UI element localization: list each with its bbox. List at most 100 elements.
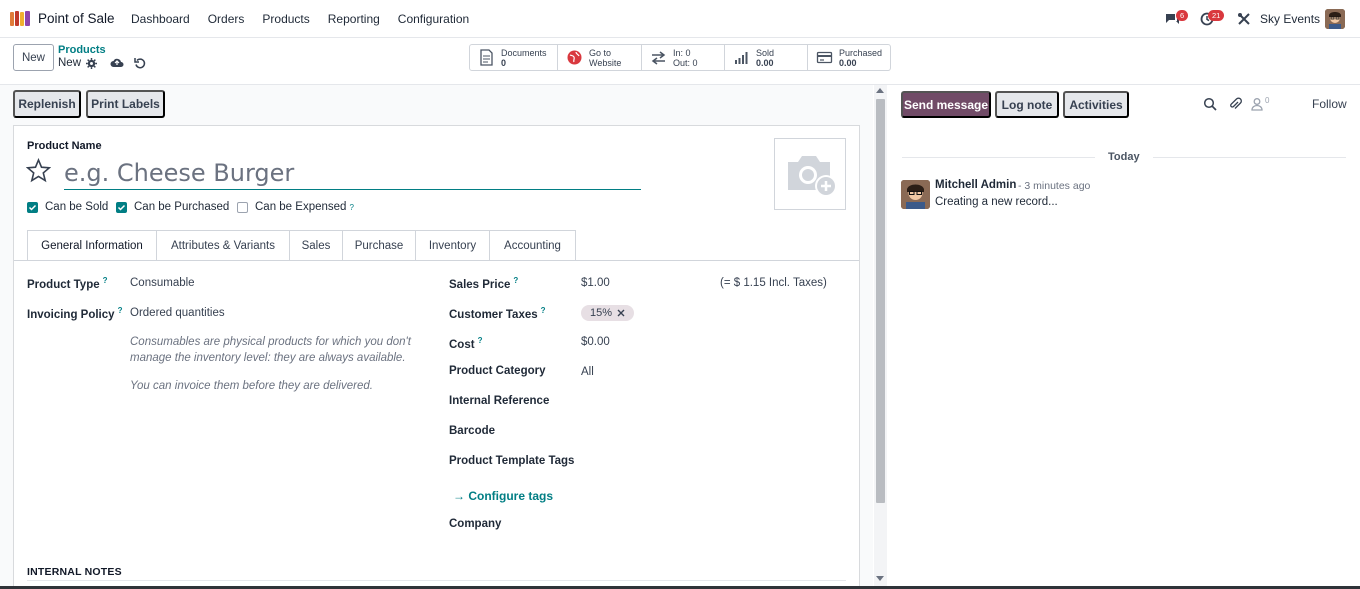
tab-accounting[interactable]: Accounting (490, 230, 576, 261)
transfer-arrows-icon (651, 51, 666, 65)
product-image-upload[interactable] (774, 138, 846, 210)
scroll-down-arrow-icon[interactable] (876, 576, 884, 581)
date-divider-left (902, 157, 1095, 158)
configure-tags-link[interactable]: → Configure tags (453, 489, 553, 503)
help-tooltip-icon[interactable]: ? (103, 276, 108, 285)
user-avatar[interactable] (1325, 9, 1345, 29)
product-type-label: Product Type? (27, 276, 108, 291)
log-note-button[interactable]: Log note (995, 91, 1059, 118)
sales-price-label: Sales Price? (449, 276, 518, 291)
documents-smart-button[interactable]: Documents 0 (470, 45, 558, 70)
save-cloud-icon[interactable] (110, 57, 124, 68)
search-icon[interactable] (1203, 97, 1217, 111)
menu-item-orders[interactable]: Orders (208, 12, 245, 26)
sold-value: 0.00 (756, 57, 774, 68)
author-avatar[interactable] (901, 180, 930, 209)
menu-item-products[interactable]: Products (262, 12, 309, 26)
internal-notes-heading: INTERNAL NOTES (27, 566, 122, 578)
can-be-purchased-label: Can be Purchased (134, 201, 230, 213)
invoicing-policy-label-text: Invoicing Policy (27, 308, 115, 321)
cost-field[interactable]: $0.00 (581, 336, 610, 348)
followers-icon[interactable] (1250, 97, 1264, 111)
new-record-button[interactable]: New (13, 44, 54, 71)
can-be-purchased-checkbox[interactable]: Can be Purchased (116, 201, 229, 213)
product-name-label: Product Name (27, 140, 102, 152)
tab-sales[interactable]: Sales (290, 230, 343, 261)
help-tooltip-icon[interactable]: ? (349, 203, 353, 212)
help-tooltip-icon[interactable]: ? (118, 306, 123, 315)
sold-label: Sold (756, 47, 775, 58)
author-avatar-image (901, 180, 930, 209)
bar-chart-icon (735, 52, 748, 64)
camera-plus-icon (788, 156, 837, 197)
company-label: Company (449, 518, 502, 530)
replenish-button[interactable]: Replenish (13, 90, 81, 118)
product-type-field[interactable]: Consumable (130, 277, 195, 289)
sales-price-field[interactable]: $1.00 (581, 277, 610, 289)
can-be-sold-checkbox[interactable]: Can be Sold (27, 201, 108, 213)
print-labels-button[interactable]: Print Labels (86, 90, 165, 118)
can-be-sold-label: Can be Sold (45, 201, 109, 213)
remove-tag-icon[interactable] (617, 309, 625, 317)
send-message-button[interactable]: Send message (901, 91, 991, 118)
message-timestamp: - 3 minutes ago (1018, 180, 1091, 192)
tab-purchase[interactable]: Purchase (343, 230, 416, 261)
favorite-star-icon[interactable] (26, 158, 51, 183)
product-type-label-text: Product Type (27, 278, 100, 291)
can-be-expensed-checkbox[interactable]: Can be Expensed ? (237, 201, 354, 213)
message-author[interactable]: Mitchell Admin (935, 179, 1016, 191)
in-out-smart-button[interactable]: In: 0 Out: 0 (642, 45, 725, 70)
product-category-label: Product Category (449, 365, 546, 377)
cost-label-text: Cost (449, 338, 475, 351)
configure-tags-label: Configure tags (468, 489, 554, 503)
product-category-field[interactable]: All (581, 366, 594, 378)
app-name[interactable]: Point of Sale (38, 11, 115, 26)
date-divider-right (1153, 157, 1346, 158)
invoicing-policy-label: Invoicing Policy? (27, 306, 122, 321)
tab-inventory[interactable]: Inventory (416, 230, 490, 261)
purchased-smart-button[interactable]: Purchased 0.00 (808, 45, 890, 70)
breadcrumb-products-link[interactable]: Products (58, 44, 106, 56)
help-tooltip-icon[interactable]: ? (541, 306, 546, 315)
follow-button[interactable]: Follow (1312, 97, 1347, 111)
in-count: In: 0 (673, 47, 691, 58)
can-be-expensed-label: Can be Expensed (255, 201, 347, 213)
purchased-label: Purchased (839, 47, 883, 58)
activities-button[interactable]: Activities (1063, 91, 1129, 118)
help-tooltip-icon[interactable]: ? (478, 336, 483, 345)
sold-smart-button[interactable]: Sold 0.00 (725, 45, 808, 70)
product-name-input[interactable] (64, 156, 641, 190)
message-body: Creating a new record... (935, 196, 1058, 208)
top-navbar: Point of Sale Dashboard Orders Products … (0, 0, 1360, 38)
scroll-up-arrow-icon[interactable] (876, 88, 884, 93)
invoicing-help-text: You can invoice them before they are del… (130, 380, 373, 392)
document-icon (480, 49, 493, 66)
gear-icon[interactable] (86, 58, 97, 69)
tab-general-information[interactable]: General Information (27, 230, 157, 261)
documents-label: Documents (501, 47, 547, 58)
arrow-right-icon: → (453, 489, 469, 503)
help-tooltip-icon[interactable]: ? (513, 276, 518, 285)
customer-taxes-label-text: Customer Taxes (449, 308, 538, 321)
checkbox-checked-icon (116, 201, 127, 213)
menu-item-reporting[interactable]: Reporting (328, 12, 380, 26)
debug-tools-icon[interactable] (1237, 12, 1251, 26)
globe-icon (567, 50, 582, 65)
chat-count-badge: 6 (1176, 10, 1189, 21)
menu-item-configuration[interactable]: Configuration (398, 12, 469, 26)
paperclip-icon[interactable] (1228, 97, 1242, 111)
customer-tax-tag[interactable]: 15% (581, 305, 635, 321)
menu-item-dashboard[interactable]: Dashboard (131, 12, 190, 26)
invoicing-policy-field[interactable]: Ordered quantities (130, 307, 225, 319)
smart-buttons: Documents 0 Go to Website In: 0 Out: 0 S… (469, 44, 891, 71)
product-template-tags-label: Product Template Tags (449, 455, 575, 467)
form-scrollbar-thumb[interactable] (876, 99, 885, 503)
breadcrumb-current: New (58, 57, 82, 69)
discard-undo-icon[interactable] (134, 57, 146, 69)
company-switcher[interactable]: Sky Events (1260, 12, 1320, 26)
go-to-website-button[interactable]: Go to Website (558, 45, 642, 70)
credit-card-icon (816, 51, 833, 64)
out-count: Out: 0 (673, 57, 698, 68)
tab-attributes-variants[interactable]: Attributes & Variants (157, 230, 290, 261)
pos-app-logo-icon[interactable] (10, 11, 31, 26)
